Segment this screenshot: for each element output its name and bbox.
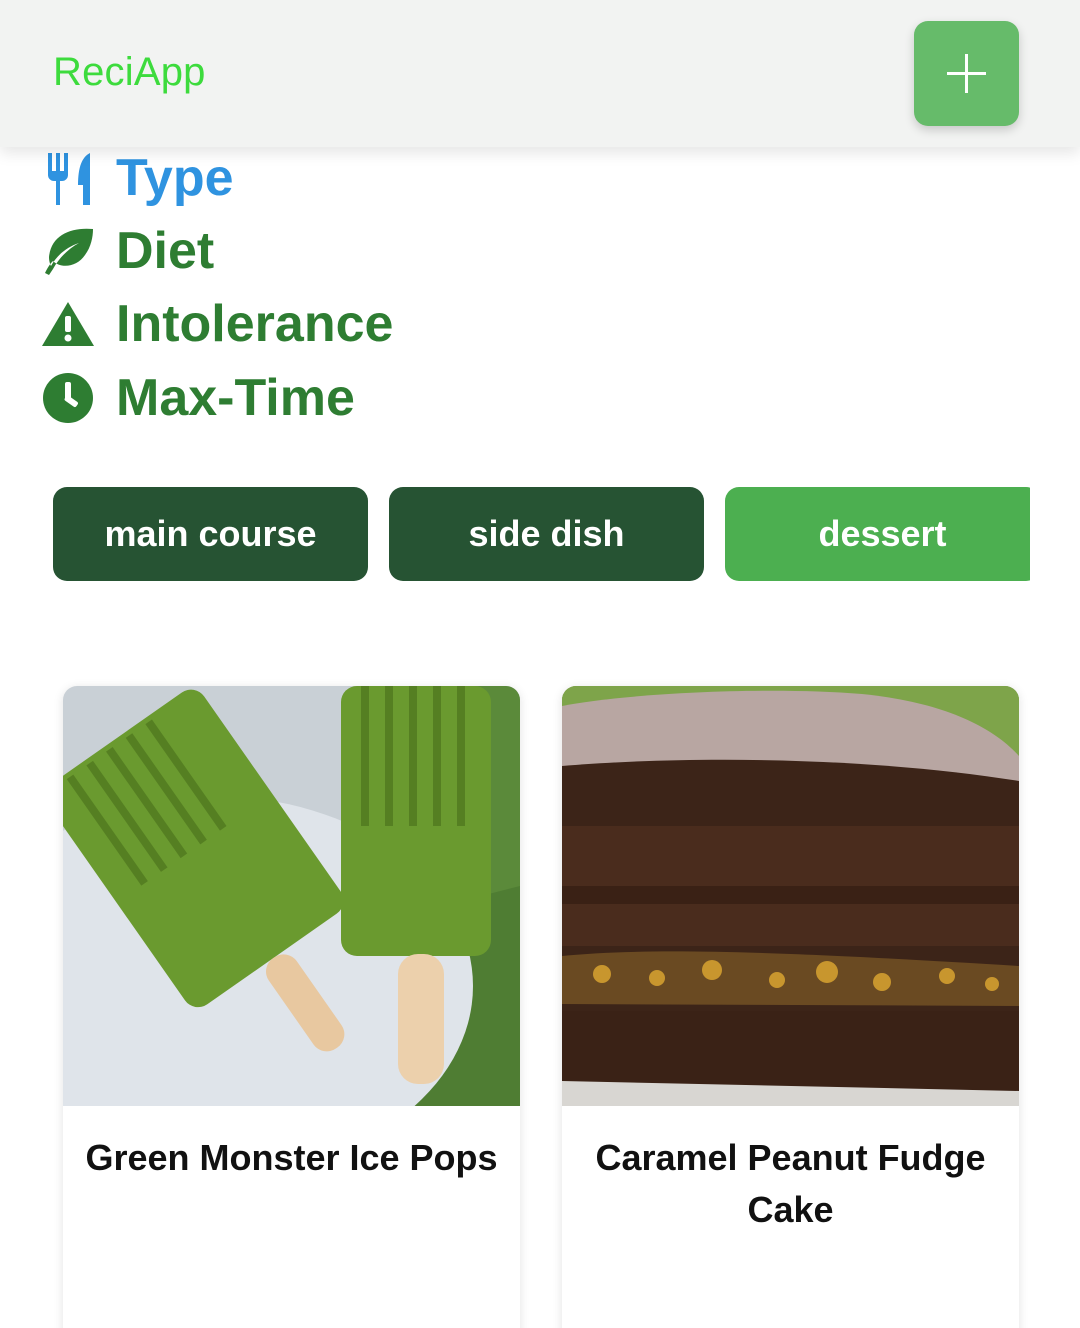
filter-intolerance-label: Intolerance xyxy=(116,295,394,353)
clock-icon xyxy=(40,370,96,426)
add-recipe-button[interactable] xyxy=(914,21,1019,126)
recipe-title: Green Monster Ice Pops xyxy=(85,1137,498,1178)
filter-max-time-label: Max-Time xyxy=(116,369,355,427)
chip-side-dish[interactable]: side dish xyxy=(389,487,704,581)
chip-dessert[interactable]: dessert xyxy=(725,487,1030,581)
app-header: ReciApp xyxy=(0,0,1080,147)
filter-type[interactable]: Type xyxy=(40,148,234,208)
filter-diet-label: Diet xyxy=(116,222,215,280)
recipe-card[interactable]: Green Monster Ice Pops xyxy=(63,686,520,1328)
utensils-icon xyxy=(40,150,96,206)
plus-icon xyxy=(947,54,986,93)
filter-type-label: Type xyxy=(116,149,234,207)
app-screen: ReciApp Type Diet Intolerance Max-Time m… xyxy=(0,0,1080,1328)
type-chip-row: main course side dish dessert xyxy=(53,487,1030,581)
recipe-title: Caramel Peanut Fudge Cake xyxy=(595,1137,986,1230)
app-title: ReciApp xyxy=(53,50,206,94)
green-ice-pops-photo xyxy=(63,686,520,1106)
leaf-icon xyxy=(40,223,96,279)
chip-main-course[interactable]: main course xyxy=(53,487,368,581)
fudge-cake-photo xyxy=(562,686,1019,1106)
filter-max-time[interactable]: Max-Time xyxy=(40,368,355,428)
filter-intolerance[interactable]: Intolerance xyxy=(40,294,393,354)
recipe-card[interactable]: Caramel Peanut Fudge Cake xyxy=(562,686,1019,1328)
warning-icon xyxy=(40,296,96,352)
filter-diet[interactable]: Diet xyxy=(40,221,214,281)
